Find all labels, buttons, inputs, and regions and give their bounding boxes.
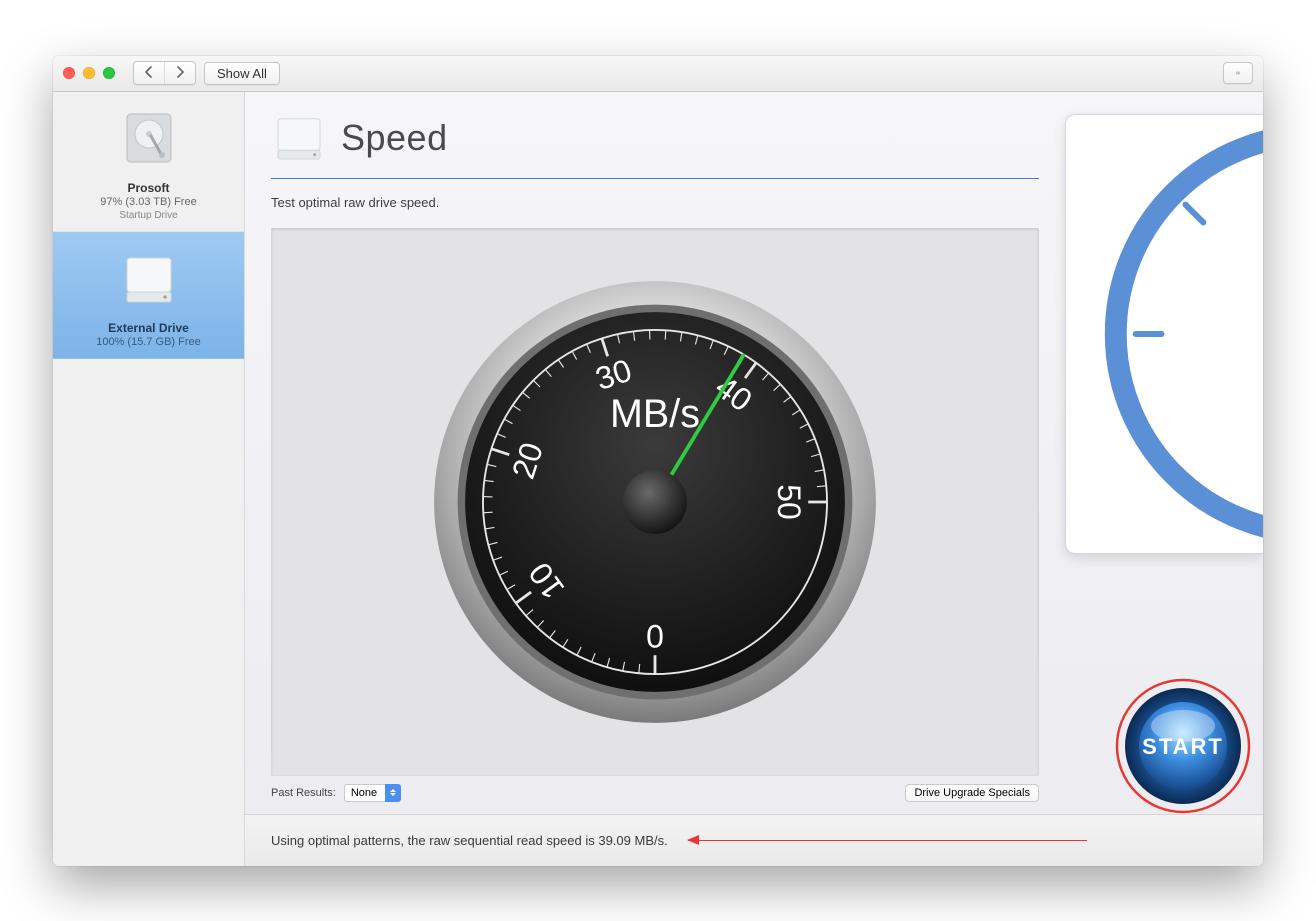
chevron-right-icon: [175, 66, 185, 78]
past-results-select[interactable]: None: [344, 784, 401, 802]
gauge-footer: Past Results: None Drive Upgrade Special…: [271, 776, 1039, 804]
mini-gauge-preview: [1065, 114, 1263, 554]
page-title: Speed: [341, 117, 448, 159]
svg-text:START: START: [1142, 734, 1224, 759]
status-bar: Using optimal patterns, the raw sequenti…: [245, 814, 1263, 866]
svg-text:0: 0: [646, 618, 664, 654]
start-button-icon: START: [1113, 676, 1253, 816]
drive-type: Startup Drive: [63, 210, 234, 221]
past-results-label: Past Results:: [271, 787, 336, 799]
drive-free-space: 100% (15.7 GB) Free: [63, 336, 234, 348]
forward-button[interactable]: [165, 62, 195, 84]
back-button[interactable]: [134, 62, 165, 84]
page-description: Test optimal raw drive speed.: [271, 195, 1039, 210]
show-all-button[interactable]: Show All: [204, 62, 280, 85]
drive-item-prosoft[interactable]: Prosoft 97% (3.03 TB) Free Startup Drive: [53, 92, 244, 232]
list-view-button[interactable]: [1223, 62, 1253, 84]
drive-sidebar: Prosoft 97% (3.03 TB) Free Startup Drive…: [53, 92, 245, 866]
drive-header-icon: [271, 110, 327, 166]
zoom-window-button[interactable]: [103, 67, 115, 79]
side-preview-panel: ?: [1065, 92, 1263, 814]
drive-name: External Drive: [63, 321, 234, 335]
main-pane: Speed Test optimal raw drive speed.: [245, 92, 1263, 866]
window-controls: [63, 67, 115, 79]
drive-free-space: 97% (3.03 TB) Free: [63, 196, 234, 208]
speed-gauge: 01020304050 MB/s: [420, 267, 890, 737]
app-window: Show All Prosoft 97% (3.03: [53, 56, 1263, 866]
list-icon: [1236, 67, 1240, 79]
drive-item-external[interactable]: External Drive 100% (15.7 GB) Free: [53, 232, 244, 359]
minimize-window-button[interactable]: [83, 67, 95, 79]
start-button[interactable]: START: [1113, 676, 1253, 816]
status-text: Using optimal patterns, the raw sequenti…: [271, 833, 668, 848]
nav-back-forward: [133, 61, 196, 85]
svg-text:50: 50: [771, 484, 807, 520]
chevron-left-icon: [144, 66, 154, 78]
drive-upgrade-button[interactable]: Drive Upgrade Specials: [905, 784, 1039, 802]
external-drive-icon: [117, 246, 181, 310]
page-header: Speed: [271, 110, 1039, 179]
close-window-button[interactable]: [63, 67, 75, 79]
drive-name: Prosoft: [63, 181, 234, 195]
annotation-arrow: [688, 840, 1087, 841]
titlebar: Show All: [53, 56, 1263, 92]
gauge-area: 01020304050 MB/s: [271, 228, 1039, 776]
internal-drive-icon: [117, 106, 181, 170]
gauge-unit-label: MB/s: [610, 391, 700, 435]
mini-gauge-icon: [1066, 115, 1263, 553]
